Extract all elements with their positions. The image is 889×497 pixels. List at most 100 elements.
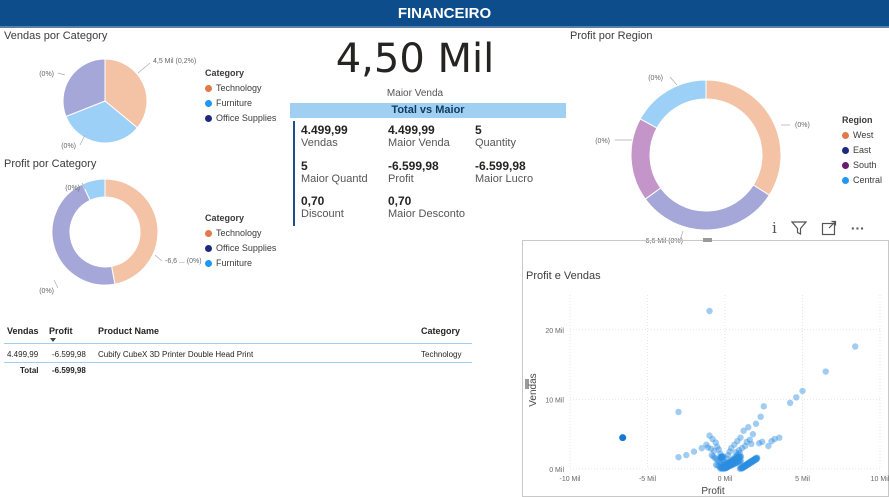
scatter-point[interactable] <box>753 455 761 462</box>
legend-marker <box>205 84 212 92</box>
column-header-category[interactable]: Category <box>421 326 460 336</box>
scatter-point[interactable] <box>822 368 829 375</box>
scatter-point[interactable] <box>722 464 729 471</box>
scatter-point[interactable] <box>748 440 755 448</box>
data-label: 4,5 Mil (0,2%) <box>153 58 196 65</box>
focus-mode-icon[interactable] <box>821 220 837 236</box>
data-label-leader <box>53 279 59 289</box>
x-tick-label: 0 Mil <box>718 476 733 483</box>
legend-marker <box>205 114 212 122</box>
legend-label: South <box>853 160 877 170</box>
scatter-point[interactable] <box>799 387 806 395</box>
legend-label: Furniture <box>216 258 253 268</box>
scatter-point[interactable] <box>852 343 859 350</box>
scatter-point[interactable] <box>683 451 690 459</box>
scatter-point[interactable] <box>741 442 749 450</box>
cell-product-name: Cubify CubeX 3D Printer Double Head Prin… <box>98 350 254 359</box>
scatter-point[interactable] <box>675 453 682 461</box>
scatter-point[interactable] <box>786 399 794 407</box>
legend-item[interactable]: East <box>842 145 882 155</box>
legend-item[interactable]: Technology <box>205 228 276 238</box>
legend-marker <box>842 176 849 184</box>
scatter-point[interactable] <box>752 420 760 427</box>
scatter-point[interactable] <box>740 427 747 434</box>
y-tick-label: 20 Mil <box>545 328 564 335</box>
scatter-point[interactable] <box>765 442 772 450</box>
visual-header-toolbar: i ··· <box>772 219 865 237</box>
y-tick-label: 0 Mil <box>549 467 564 474</box>
scatter-point[interactable] <box>704 444 712 451</box>
legend-item[interactable]: West <box>842 130 882 140</box>
legend-item[interactable]: Office Supplies <box>205 113 276 123</box>
legend-marker <box>205 259 212 267</box>
legend-item[interactable]: Central <box>842 175 882 185</box>
scatter-point[interactable] <box>759 438 766 446</box>
scatter-point[interactable] <box>793 394 800 401</box>
column-header-product-name[interactable]: Product Name <box>98 326 159 336</box>
scatter-point[interactable] <box>760 403 767 410</box>
card-value: 4.499,99 <box>388 123 435 137</box>
legend-label: Central <box>853 175 883 185</box>
scatter-chart-profit-vendas[interactable]: -10 Mil -5 Mil 0 Mil 5 Mil 10 Mil 0 Mil 10 Mil… <box>522 285 889 497</box>
x-tick-label: 5 Mil <box>795 476 810 483</box>
scatter-point[interactable] <box>708 451 716 459</box>
legend-marker <box>842 131 849 139</box>
scatter-point[interactable] <box>720 453 727 460</box>
x-tick-label: -10 Mil <box>559 476 580 483</box>
card-value: 4.499,99 <box>301 123 348 137</box>
legend-title: Region <box>842 115 873 125</box>
column-header-vendas[interactable]: Vendas <box>7 326 39 336</box>
legend-marker <box>205 99 212 107</box>
pie-chart-vendas-category[interactable]: 4,5 Mil (0,2%) (0%) (0%) <box>20 45 200 160</box>
card-label: Discount <box>301 208 344 220</box>
report-title-bar: FINANCEIRO <box>0 0 889 28</box>
scatter-point-highlighted[interactable] <box>619 434 627 442</box>
card-label: Maior Venda <box>388 137 450 149</box>
card-value: -6.599,98 <box>475 159 526 173</box>
data-label-leader <box>154 254 163 262</box>
column-header-profit[interactable]: Profit <box>49 326 73 336</box>
scatter-point[interactable] <box>771 435 778 443</box>
info-icon[interactable]: i <box>772 219 777 237</box>
legend-label: East <box>853 145 872 155</box>
slice-south[interactable] <box>630 118 662 200</box>
slice-office-supplies[interactable] <box>51 183 116 286</box>
slice-technology[interactable] <box>104 178 159 285</box>
scatter-point[interactable] <box>690 448 698 455</box>
card-label: Vendas <box>301 137 338 149</box>
data-label: (0%) <box>65 185 80 192</box>
card-label: Maior Lucro <box>475 173 534 185</box>
y-axis-title: Vendas <box>528 373 539 406</box>
scatter-point[interactable] <box>698 444 705 452</box>
legend-item[interactable]: Office Supplies <box>205 243 276 253</box>
table-row[interactable]: 4.499,99 -6.599,98 Cubify CubeX 3D Print… <box>4 344 472 363</box>
scatter-point[interactable] <box>706 307 713 315</box>
scatter-point[interactable] <box>675 408 682 416</box>
legend-profit-region: Region West East South Central <box>842 115 882 185</box>
cell-vendas: 4.499,99 <box>7 350 39 359</box>
chart-title-profit-vendas: Profit e Vendas <box>526 270 601 282</box>
product-table[interactable]: Vendas Profit Product Name Category 4.49… <box>4 323 472 377</box>
slice-east[interactable] <box>644 184 771 231</box>
more-options-icon[interactable]: ··· <box>851 220 865 236</box>
multi-row-card[interactable]: 4.499,99 Vendas 4.499,99 Maior Venda 5 Quan… <box>301 123 561 228</box>
card-value: 0,70 <box>388 194 412 208</box>
legend-label: Technology <box>216 83 262 93</box>
scatter-point[interactable] <box>757 413 764 420</box>
donut-chart-profit-category[interactable]: -6,6 ... (0%) (0%) (0%) <box>20 175 210 295</box>
scatter-point[interactable] <box>749 431 757 438</box>
sort-descending-icon[interactable] <box>50 338 56 342</box>
chart-title-vendas-category: Vendas por Category <box>4 30 108 42</box>
resize-handle-top[interactable] <box>703 238 712 242</box>
scatter-point[interactable] <box>706 432 713 439</box>
slice-central[interactable] <box>639 79 707 129</box>
legend-item[interactable]: Furniture <box>205 98 276 108</box>
legend-item[interactable]: South <box>842 160 882 170</box>
filter-icon[interactable] <box>790 220 807 236</box>
card-accent-bar <box>293 121 295 226</box>
slice-west[interactable] <box>705 79 782 196</box>
x-tick-label: 10 Mil <box>871 476 889 483</box>
legend-item[interactable]: Furniture <box>205 258 276 268</box>
legend-item[interactable]: Technology <box>205 83 276 93</box>
scatter-point[interactable] <box>737 453 745 460</box>
